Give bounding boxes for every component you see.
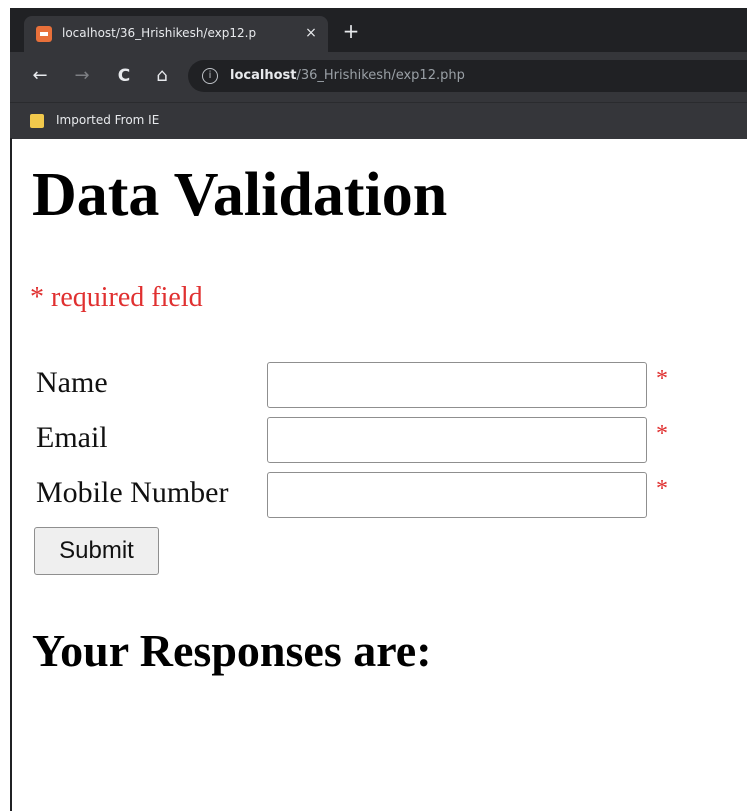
close-tab-icon[interactable]: × — [300, 22, 322, 44]
bookmark-folder-imported-from-ie[interactable]: Imported From IE — [56, 113, 159, 127]
browser-tab[interactable]: localhost/36_Hrishikesh/exp12.p × — [24, 16, 328, 52]
window-left-edge — [10, 138, 12, 811]
tab-title: localhost/36_Hrishikesh/exp12.p — [62, 26, 257, 40]
tab-strip: localhost/36_Hrishikesh/exp12.p × + — [10, 8, 747, 52]
name-required-mark: * — [656, 366, 668, 392]
url-text: localhost/36_Hrishikesh/exp12.php — [230, 68, 465, 83]
email-label: Email — [36, 421, 108, 454]
url-path: /36_Hrishikesh/exp12.php — [296, 68, 465, 83]
site-favicon-icon — [36, 26, 52, 42]
browser-chrome: localhost/36_Hrishikesh/exp12.p × + ← → … — [10, 8, 747, 139]
mobile-number-required-mark: * — [656, 476, 668, 502]
name-label: Name — [36, 366, 108, 399]
name-input[interactable] — [267, 362, 647, 408]
site-info-icon[interactable]: i — [202, 68, 218, 84]
address-bar[interactable]: i localhost/36_Hrishikesh/exp12.php — [188, 60, 747, 92]
email-input[interactable] — [267, 417, 647, 463]
browser-toolbar: ← → C ⌂ i localhost/36_Hrishikesh/exp12.… — [10, 52, 747, 102]
back-arrow-icon[interactable]: ← — [28, 64, 52, 88]
submit-button[interactable]: Submit — [34, 527, 159, 575]
page-title: Data Validation — [32, 161, 448, 229]
required-field-note: * required field — [30, 282, 203, 313]
email-required-mark: * — [656, 421, 668, 447]
bookmarks-bar: Imported From IE — [10, 102, 747, 139]
home-icon[interactable]: ⌂ — [150, 64, 174, 88]
new-tab-icon[interactable]: + — [340, 20, 362, 42]
responses-heading: Your Responses are: — [32, 625, 432, 676]
mobile-number-input[interactable] — [267, 472, 647, 518]
mobile-number-label: Mobile Number — [36, 476, 229, 509]
folder-icon — [30, 114, 44, 128]
reload-icon[interactable]: C — [112, 64, 136, 88]
forward-arrow-icon[interactable]: → — [70, 64, 94, 88]
url-host: localhost — [230, 68, 297, 83]
